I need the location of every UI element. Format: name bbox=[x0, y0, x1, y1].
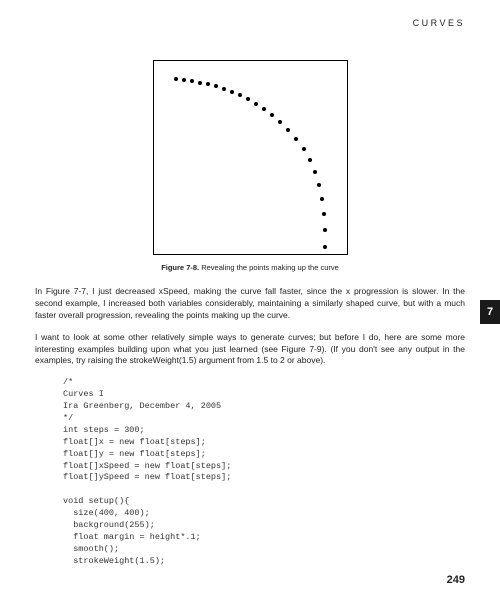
curve-point bbox=[262, 107, 266, 111]
curve-point bbox=[294, 137, 298, 141]
page-number: 249 bbox=[447, 574, 465, 586]
curve-point bbox=[308, 158, 312, 162]
curve-point bbox=[214, 84, 218, 88]
figure-caption: Figure 7-8. Revealing the points making … bbox=[35, 263, 465, 272]
paragraph-1: In Figure 7-7, I just decreased xSpeed, … bbox=[35, 286, 465, 322]
curve-point bbox=[254, 102, 258, 106]
curve-point bbox=[320, 197, 324, 201]
curve-point bbox=[222, 87, 226, 91]
code-block: /* Curves I Ira Greenberg, December 4, 2… bbox=[63, 377, 465, 567]
curve-point bbox=[323, 228, 327, 232]
chapter-tab: 7 bbox=[480, 300, 500, 324]
figure-curve-plot bbox=[153, 60, 348, 255]
curve-point bbox=[302, 147, 306, 151]
curve-point bbox=[174, 77, 178, 81]
figure-label: Figure 7-8. bbox=[161, 263, 199, 272]
curve-point bbox=[270, 113, 274, 117]
curve-point bbox=[182, 78, 186, 82]
curve-point bbox=[198, 81, 202, 85]
figure-caption-text: Revealing the points making up the curve bbox=[201, 263, 339, 272]
curve-point bbox=[317, 183, 321, 187]
curve-point bbox=[206, 82, 210, 86]
curve-point bbox=[246, 97, 250, 101]
curve-point bbox=[278, 120, 282, 124]
curve-point bbox=[322, 212, 326, 216]
curve-point bbox=[323, 245, 327, 249]
curve-point bbox=[238, 93, 242, 97]
paragraph-2: I want to look at some other relatively … bbox=[35, 332, 465, 368]
curve-point bbox=[190, 79, 194, 83]
figure-container bbox=[35, 60, 465, 255]
curve-point bbox=[230, 90, 234, 94]
curve-point bbox=[286, 128, 290, 132]
section-header: CURVES bbox=[413, 18, 465, 28]
curve-point bbox=[313, 170, 317, 174]
